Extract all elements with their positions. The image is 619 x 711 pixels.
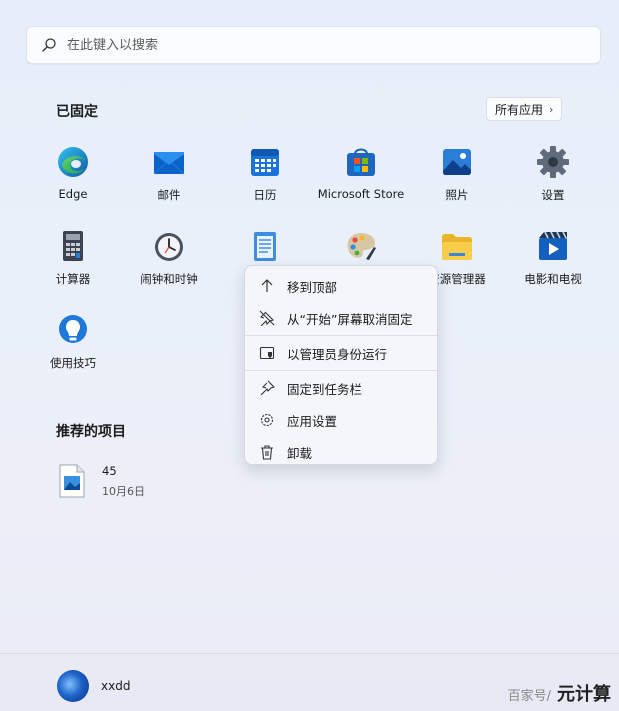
pinned-section-title: 已固定	[56, 104, 98, 120]
menu-separator	[245, 335, 437, 336]
mail-icon	[153, 152, 185, 175]
app-tile-alarms-clock[interactable]: 闹钟和时钟	[121, 227, 217, 299]
app-label: 设置	[541, 188, 565, 202]
paint-icon	[347, 233, 376, 260]
search-box[interactable]	[26, 26, 601, 64]
menu-item-pin-to-taskbar[interactable]: 固定到任务栏	[245, 372, 437, 404]
menu-separator	[245, 370, 437, 371]
recommended-item-date: 10月6日	[102, 485, 145, 498]
settings-gear-icon	[537, 146, 569, 178]
menu-item-label: 从“开始”屏幕取消固定	[287, 311, 413, 327]
all-apps-label: 所有应用	[495, 102, 544, 117]
calculator-icon	[63, 231, 83, 261]
app-tile-mail[interactable]: 邮件	[121, 143, 217, 215]
pin-icon	[260, 380, 275, 396]
folder-icon	[442, 234, 472, 260]
recommended-item[interactable]: 45 10月6日	[58, 464, 145, 499]
tips-icon	[59, 315, 87, 343]
recommended-section-title: 推荐的项目	[56, 424, 126, 440]
menu-item-move-to-top[interactable]: 移到顶部	[245, 270, 437, 302]
menu-item-uninstall[interactable]: 卸载	[245, 436, 437, 468]
edge-icon	[58, 147, 88, 177]
context-menu: 移到顶部 从“开始”屏幕取消固定 以管理员身份运行 固定到任务栏 应用设置 卸载	[244, 265, 438, 465]
app-label: 日历	[253, 188, 277, 202]
app-label: 邮件	[157, 188, 181, 202]
search-input[interactable]	[67, 37, 567, 53]
app-tile-tips[interactable]: 使用技巧	[25, 311, 121, 383]
recommended-item-name: 45	[102, 464, 117, 478]
app-label: 闹钟和时钟	[140, 272, 198, 286]
watermark: 百家号/元计算	[508, 680, 611, 706]
menu-item-label: 固定到任务栏	[287, 381, 363, 397]
app-label: 使用技巧	[50, 356, 96, 370]
menu-item-run-as-admin[interactable]: 以管理员身份运行	[245, 337, 437, 369]
app-label: 计算器	[55, 272, 91, 286]
trash-icon	[261, 445, 273, 460]
app-tile-photos[interactable]: 照片	[409, 143, 505, 215]
menu-item-app-settings[interactable]: 应用设置	[245, 404, 437, 436]
app-label: Microsoft Store	[317, 187, 405, 201]
menu-item-label: 卸载	[287, 445, 313, 461]
app-label: 照片	[445, 188, 469, 202]
watermark-text: 百家号/	[507, 689, 551, 704]
menu-item-label: 以管理员身份运行	[287, 346, 388, 362]
calendar-icon	[251, 149, 279, 176]
photos-icon	[443, 149, 471, 175]
menu-item-label: 移到顶部	[287, 279, 338, 295]
app-label: Edge	[58, 187, 88, 201]
app-label: 电影和电视	[524, 272, 582, 286]
chevron-right-icon: ›	[549, 102, 554, 116]
user-name[interactable]: xxdd	[101, 679, 130, 693]
arrow-up-icon	[261, 279, 273, 292]
menu-item-label: 应用设置	[287, 413, 338, 429]
avatar[interactable]	[57, 670, 89, 702]
watermark-brand: 元计算	[557, 684, 611, 705]
shield-admin-icon	[259, 346, 275, 360]
movies-icon	[539, 231, 567, 260]
menu-item-unpin[interactable]: 从“开始”屏幕取消固定	[245, 302, 437, 334]
app-tile-calculator[interactable]: 计算器	[25, 227, 121, 299]
all-apps-button[interactable]: 所有应用 ›	[486, 97, 563, 121]
app-tile-movies-tv[interactable]: 电影和电视	[505, 227, 601, 299]
clock-icon	[155, 233, 183, 261]
start-footer: xxdd 百家号/元计算	[0, 653, 619, 711]
image-file-icon	[59, 464, 85, 498]
app-tile-calendar[interactable]: 日历	[217, 143, 313, 215]
app-tile-edge[interactable]: Edge	[25, 143, 121, 215]
unpin-icon	[259, 310, 275, 326]
search-icon	[42, 38, 56, 52]
app-tile-settings[interactable]: 设置	[505, 143, 601, 215]
gear-icon	[260, 413, 274, 427]
notepad-icon	[254, 232, 276, 261]
app-tile-microsoft-store[interactable]: Microsoft Store	[313, 143, 409, 215]
store-icon	[347, 148, 375, 176]
